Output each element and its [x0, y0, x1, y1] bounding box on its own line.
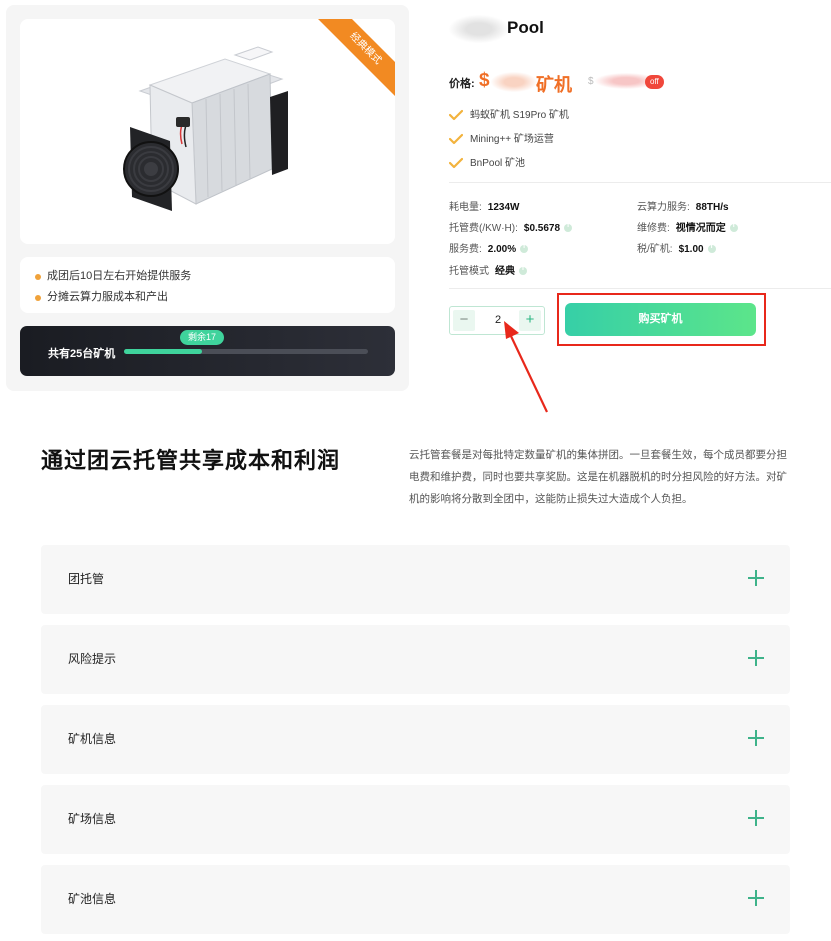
spec-value: 88TH/s	[695, 202, 729, 213]
accordion-label: 矿池信息	[68, 892, 117, 906]
accordion-label: 团托管	[68, 572, 105, 586]
divider	[449, 288, 831, 289]
progress-track	[124, 349, 368, 354]
spec-power: 耗电量: 1234W	[449, 198, 519, 213]
spec-tax: 税/矿机: $1.00	[637, 240, 716, 255]
info-icon[interactable]	[707, 243, 716, 253]
divider	[449, 182, 831, 183]
accordion-label: 矿机信息	[68, 732, 117, 746]
spec-label: 服务费:	[449, 244, 482, 255]
spec-hosting-fee: 托管费(/KW·H): $0.5678	[449, 219, 573, 234]
feature-text: 分摊云算力服成本和产出	[47, 291, 168, 303]
spec-hashrate: 云算力服务: 88TH/s	[637, 198, 729, 213]
spec-value: $1.00	[678, 244, 704, 255]
info-icon[interactable]	[729, 222, 738, 232]
blurred-title-prefix	[449, 15, 509, 43]
product-image-card: 经典模式	[20, 19, 395, 244]
original-price-currency: $	[588, 76, 594, 87]
bullet-dot-icon	[35, 295, 41, 301]
spec-label: 托管模式	[449, 266, 489, 277]
spec-label: 托管费(/KW·H):	[449, 223, 518, 234]
list-item: 分摊云算力服成本和产出	[35, 287, 395, 308]
info-icon[interactable]	[520, 243, 529, 253]
decrement-button[interactable]: −	[453, 310, 475, 331]
price-currency: $	[479, 70, 490, 91]
accordion-item-farm-info[interactable]: 矿场信息	[41, 785, 790, 854]
spec-value: 视情况而定	[675, 223, 726, 234]
plus-icon[interactable]	[748, 730, 764, 746]
page-title: Pool	[507, 18, 544, 37]
list-item: BnPool 矿池	[449, 152, 569, 176]
service-text: Mining++ 矿场运营	[470, 134, 554, 145]
spec-value: $0.5678	[523, 223, 561, 234]
list-item: 成团后10日左右开始提供服务	[35, 266, 395, 287]
accordion-item-group-hosting[interactable]: 团托管	[41, 545, 790, 614]
availability-progress-card: 共有25台矿机 剩余17	[20, 326, 395, 376]
feature-list: 成团后10日左右开始提供服务 分摊云算力服成本和产出	[20, 257, 395, 313]
section-title: 通过团云托管共享成本和利润	[41, 448, 341, 473]
accordion-label: 矿场信息	[68, 812, 117, 826]
discount-badge: off	[645, 75, 664, 89]
section-description: 云托管套餐是对每批特定数量矿机的集体拼团。一旦套餐生效，每个成员都要分担电费和维…	[409, 449, 787, 505]
spec-service-fee: 服务费: 2.00%	[449, 240, 529, 255]
spec-label: 维修费:	[637, 223, 670, 234]
info-icon[interactable]	[564, 222, 573, 232]
accordion-item-pool-info[interactable]: 矿池信息	[41, 865, 790, 934]
product-gallery-panel: 经典模式 成团后10日左右开始提供服务 分摊云算力服成本和产出 共有25台矿机 …	[6, 5, 409, 391]
list-item: 蚂蚁矿机 S19Pro 矿机	[449, 104, 569, 128]
info-icon[interactable]	[519, 265, 527, 275]
check-icon	[449, 133, 463, 145]
buy-miner-button[interactable]: 购买矿机	[565, 303, 756, 336]
feature-text: 成团后10日左右开始提供服务	[47, 270, 192, 282]
included-services-list: 蚂蚁矿机 S19Pro 矿机 Mining++ 矿场运营 BnPool 矿池	[449, 104, 569, 176]
spec-value: 1234W	[487, 202, 520, 213]
remaining-badge: 剩余17	[180, 330, 225, 345]
price-label: 价格:	[449, 78, 475, 90]
blurred-price-value	[491, 72, 537, 92]
plus-icon[interactable]	[748, 890, 764, 906]
accordion-item-miner-info[interactable]: 矿机信息	[41, 705, 790, 774]
spec-maintenance-fee: 维修费: 视情况而定	[637, 219, 738, 234]
annotation-arrow-icon	[504, 321, 548, 413]
check-icon	[449, 157, 463, 169]
spec-value: 经典	[495, 266, 515, 277]
plus-icon[interactable]	[748, 650, 764, 666]
spec-value: 2.00%	[487, 244, 517, 255]
check-icon	[449, 109, 463, 121]
total-miners-label: 共有25台矿机	[48, 348, 116, 360]
service-text: BnPool 矿池	[470, 158, 526, 169]
service-text: 蚂蚁矿机 S19Pro 矿机	[470, 110, 569, 121]
spec-label: 云算力服务:	[637, 202, 690, 213]
bullet-dot-icon	[35, 274, 41, 280]
price-unit: 矿机	[536, 75, 572, 95]
price-row: 价格: $ 矿机 $ off	[449, 70, 829, 95]
spec-label: 耗电量:	[449, 202, 482, 213]
plus-icon[interactable]	[748, 570, 764, 586]
accordion-label: 风险提示	[68, 652, 117, 666]
miner-image	[123, 46, 288, 211]
accordion-item-risk-notice[interactable]: 风险提示	[41, 625, 790, 694]
plus-icon[interactable]	[748, 810, 764, 826]
spec-label: 税/矿机:	[637, 244, 673, 255]
spec-hosting-mode: 托管模式 经典	[449, 262, 527, 277]
progress-fill	[124, 349, 203, 354]
list-item: Mining++ 矿场运营	[449, 128, 569, 152]
